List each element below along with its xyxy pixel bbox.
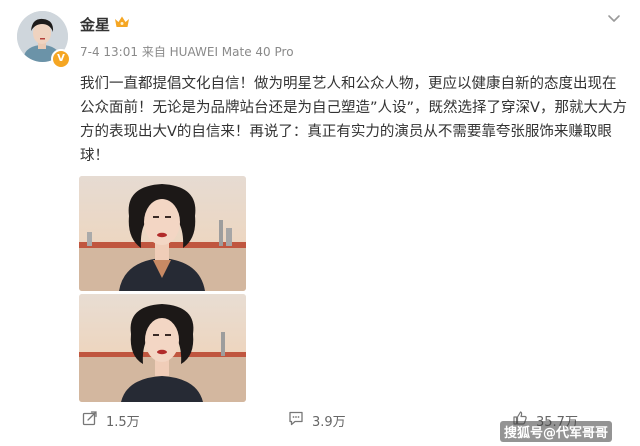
comment-count: 3.9万 [312,414,346,430]
comment-button[interactable]: 3.9万 [288,410,346,430]
share-icon [82,410,106,430]
post-time: 7-4 13:01 [80,45,138,59]
post-image[interactable] [79,294,246,402]
post-image[interactable] [79,176,246,291]
share-button[interactable]: 1.5万 [82,410,140,430]
comment-icon [288,410,312,430]
verified-badge: V [51,49,71,69]
user-name[interactable]: 金星 [80,14,110,35]
post-text: 我们一直都提倡文化自信！做为明星艺人和公众人物，更应以健康自新的态度出现在公众面… [80,76,627,164]
post-source: 来自 HUAWEI Mate 40 Pro [141,45,294,59]
crown-icon [114,14,130,33]
post-meta: 7-4 13:01 来自 HUAWEI Mate 40 Pro [80,43,294,60]
chevron-down-icon[interactable] [606,10,622,30]
watermark: 搜狐号@代军哥哥 [500,421,613,442]
share-count: 1.5万 [106,414,140,430]
